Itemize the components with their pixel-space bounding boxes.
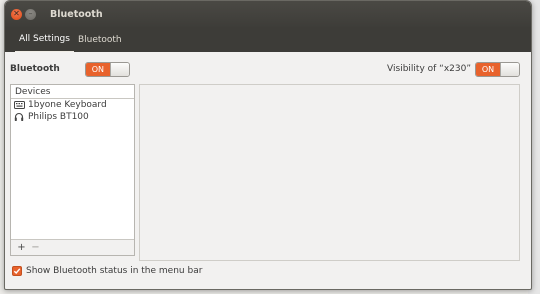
breadcrumb: All Settings Bluetooth bbox=[5, 27, 531, 52]
close-icon: ✕ bbox=[13, 9, 20, 18]
minimize-window-button[interactable]: – bbox=[25, 8, 36, 20]
breadcrumb-bluetooth[interactable]: Bluetooth bbox=[74, 27, 126, 52]
minimize-icon: – bbox=[28, 9, 33, 18]
checkmark-icon bbox=[13, 267, 21, 274]
show-status-checkbox[interactable] bbox=[12, 265, 22, 276]
window-title: Bluetooth bbox=[50, 8, 103, 20]
visibility-switch[interactable]: ON bbox=[475, 61, 520, 77]
close-window-button[interactable]: ✕ bbox=[11, 8, 22, 20]
device-item-headset[interactable]: Philips BT100 bbox=[11, 111, 134, 123]
show-status-label: Show Bluetooth status in the menu bar bbox=[26, 265, 203, 276]
titlebar: ✕ – Bluetooth bbox=[5, 1, 531, 27]
all-settings-button[interactable]: All Settings bbox=[15, 27, 74, 52]
bluetooth-label: Bluetooth bbox=[10, 64, 60, 74]
visibility-switch-on-label: ON bbox=[476, 62, 500, 76]
status-row: Show Bluetooth status in the menu bar bbox=[12, 264, 202, 277]
visibility-label: Visibility of “x230” bbox=[387, 64, 471, 74]
devices-toolbar: + − bbox=[11, 239, 134, 255]
device-name: 1byone Keyboard bbox=[28, 100, 107, 110]
add-device-button[interactable]: + bbox=[16, 242, 27, 253]
device-name: Philips BT100 bbox=[28, 112, 89, 122]
remove-device-button[interactable]: − bbox=[30, 242, 41, 253]
keyboard-icon bbox=[13, 100, 25, 110]
device-item-keyboard[interactable]: 1byone Keyboard bbox=[11, 99, 134, 111]
bluetooth-switch-on-label: ON bbox=[85, 62, 110, 76]
bluetooth-power-switch[interactable]: ON bbox=[84, 61, 130, 77]
device-details-panel bbox=[139, 84, 520, 261]
headset-icon bbox=[13, 112, 25, 122]
devices-header: Devices bbox=[11, 85, 134, 99]
bluetooth-top-row: Bluetooth ON Visibility of “x230” ON bbox=[10, 61, 520, 77]
switch-knob bbox=[500, 62, 519, 76]
switch-knob bbox=[109, 62, 129, 76]
devices-list: Devices 1byone Keyboard Philips BT100 + … bbox=[10, 84, 135, 256]
